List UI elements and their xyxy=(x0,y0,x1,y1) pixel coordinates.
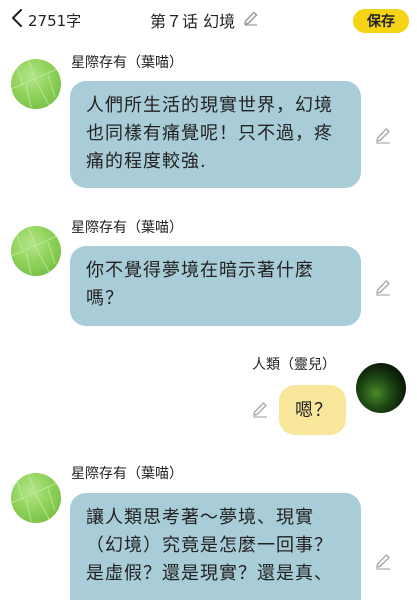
pencil-icon xyxy=(374,280,392,300)
message-bubble: 讓人類思考著～夢境、現實 （幻境）究竟是怎麼一回事？ 是虛假？還是現實？還是真、 xyxy=(70,493,361,600)
word-count: 2751字 xyxy=(28,11,82,30)
message-line: 也同樣有痛覺呢！只不過，疼 xyxy=(86,123,333,144)
avatar[interactable] xyxy=(356,363,406,413)
pencil-icon[interactable] xyxy=(243,10,259,30)
message-line: 人們所生活的現實世界，幻境 xyxy=(86,95,333,116)
chevron-left-icon xyxy=(10,9,24,31)
message-line: 嗯？ xyxy=(295,400,333,421)
top-bar: 2751字 第７话 幻境 保存 xyxy=(0,0,417,40)
chapter-title[interactable]: 第７话 幻境 xyxy=(150,8,259,32)
pencil-icon xyxy=(374,128,392,148)
edit-message-button[interactable] xyxy=(374,552,392,570)
avatar[interactable] xyxy=(11,226,61,276)
sender-name: 星際存有（葉喵） xyxy=(71,466,183,482)
save-button[interactable]: 保存 xyxy=(353,9,409,33)
message-bubble: 你不覺得夢境在暗示著什麼 嗎？ xyxy=(70,246,361,326)
avatar[interactable] xyxy=(11,473,61,523)
message-bubble: 嗯？ xyxy=(279,385,346,435)
message-line: 痛的程度較強. xyxy=(86,151,207,172)
edit-message-button[interactable] xyxy=(374,126,392,144)
pencil-icon xyxy=(251,402,269,422)
avatar[interactable] xyxy=(11,59,61,109)
page-title: 第７话 幻境 xyxy=(150,12,236,31)
back-button[interactable]: 2751字 xyxy=(10,8,81,32)
sender-name: 星際存有（葉喵） xyxy=(71,55,183,71)
message-line: 嗎？ xyxy=(86,288,124,309)
message-line: 讓人類思考著～夢境、現實 xyxy=(86,507,314,528)
message-bubble: 人們所生活的現實世界，幻境 也同樣有痛覺呢！只不過，疼 痛的程度較強. xyxy=(70,81,361,188)
sender-name: 人類（靈兒） xyxy=(252,357,336,373)
message-line: 是虛假？還是現實？還是真、 xyxy=(86,563,333,584)
edit-message-button[interactable] xyxy=(251,400,269,418)
message-line: 你不覺得夢境在暗示著什麼 xyxy=(86,260,314,281)
message-line: （幻境）究竟是怎麼一回事？ xyxy=(86,535,333,556)
pencil-icon xyxy=(374,554,392,574)
edit-message-button[interactable] xyxy=(374,278,392,296)
sender-name: 星際存有（葉喵） xyxy=(71,220,183,236)
